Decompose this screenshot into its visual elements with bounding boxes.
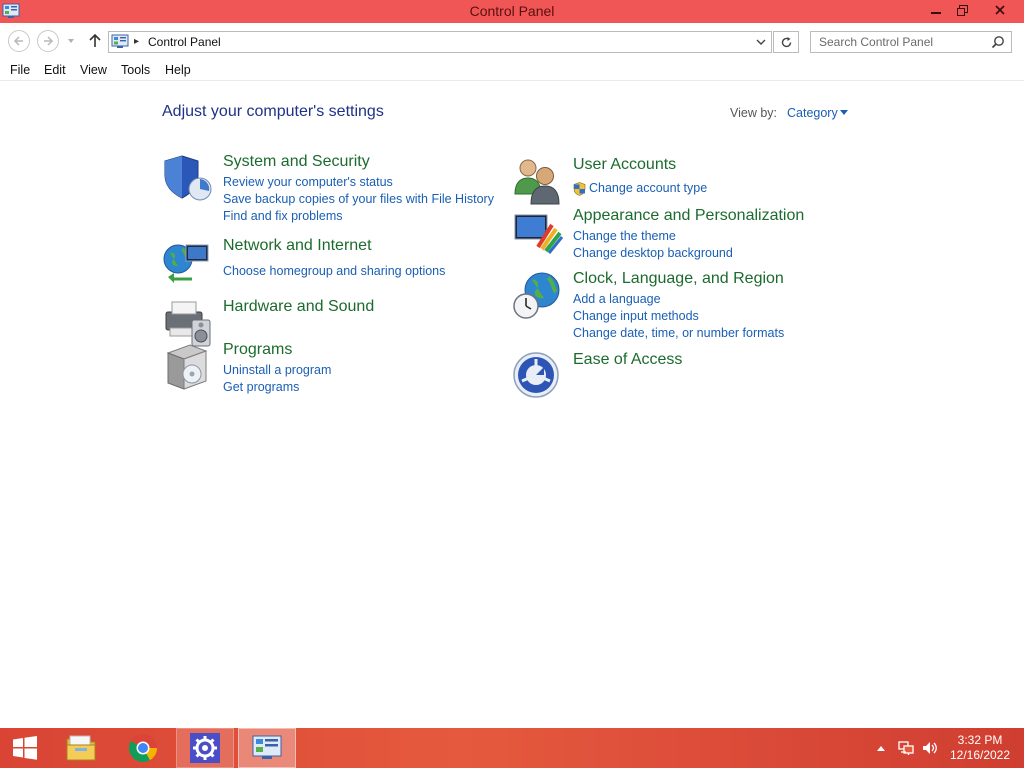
taskbar-chrome[interactable]	[114, 728, 172, 768]
category-title[interactable]: Clock, Language, and Region	[573, 270, 784, 288]
monitor-palette-icon[interactable]	[512, 207, 564, 259]
address-dropdown-button[interactable]	[753, 32, 769, 52]
arrow-left-icon	[13, 36, 23, 46]
link-find-fix-problems[interactable]: Find and fix problems	[223, 208, 494, 225]
restore-button[interactable]	[948, 0, 976, 20]
forward-button[interactable]	[37, 30, 59, 52]
link-file-history[interactable]: Save backup copies of your files with Fi…	[223, 191, 494, 208]
clock-time: 3:32 PM	[957, 733, 1003, 747]
category-title[interactable]: Network and Internet	[223, 237, 372, 255]
windows-logo-icon	[13, 736, 37, 760]
chevron-down-icon	[756, 39, 766, 45]
network-status-icon[interactable]	[898, 740, 914, 756]
programs-box-icon[interactable]	[162, 341, 214, 393]
link-review-status[interactable]: Review your computer's status	[223, 174, 494, 191]
clock-date: 12/16/2022	[949, 748, 1011, 762]
ease-of-access-icon[interactable]	[512, 351, 564, 403]
users-icon[interactable]	[512, 156, 564, 208]
network-globe-icon[interactable]	[162, 237, 214, 289]
arrow-right-icon	[44, 36, 54, 46]
category-title[interactable]: Appearance and Personalization	[573, 207, 804, 225]
category-title[interactable]: Ease of Access	[573, 351, 682, 369]
menu-help[interactable]: Help	[165, 63, 191, 77]
recent-locations-chevron-icon[interactable]	[66, 36, 76, 46]
link-add-language[interactable]: Add a language	[573, 291, 784, 308]
taskbar: 3:32 PM 12/16/2022	[0, 728, 1024, 768]
shield-icon[interactable]	[162, 153, 214, 205]
restore-icon	[956, 4, 968, 16]
chrome-icon	[129, 734, 157, 762]
view-by-dropdown[interactable]: Category	[787, 106, 838, 120]
link-change-account-type[interactable]: Change account type	[573, 180, 707, 197]
refresh-icon	[781, 36, 791, 47]
control-panel-location-icon	[111, 34, 129, 48]
link-change-desktop-background[interactable]: Change desktop background	[573, 245, 733, 262]
link-change-account-type-label: Change account type	[589, 181, 708, 195]
volume-icon[interactable]	[921, 740, 939, 756]
close-icon	[995, 5, 1005, 15]
window-title: Control Panel	[469, 3, 555, 19]
view-by-label: View by:	[730, 106, 778, 120]
address-bar: ▸ Control Panel	[0, 23, 1024, 60]
taskbar-settings[interactable]	[176, 728, 234, 768]
category-title[interactable]: System and Security	[223, 153, 370, 171]
breadcrumb-separator-icon: ▸	[134, 36, 140, 47]
up-arrow-icon[interactable]	[86, 32, 104, 50]
link-uninstall-program[interactable]: Uninstall a program	[223, 362, 331, 379]
folder-icon	[66, 735, 96, 761]
control-panel-icon	[252, 735, 282, 759]
close-button[interactable]	[980, 0, 1020, 20]
menu-file[interactable]: File	[10, 63, 30, 77]
menu-edit[interactable]: Edit	[44, 63, 66, 77]
breadcrumb-control-panel[interactable]: Control Panel	[148, 35, 221, 49]
link-change-input-methods[interactable]: Change input methods	[573, 308, 784, 325]
address-field[interactable]: ▸ Control Panel	[108, 31, 772, 53]
uac-shield-icon	[573, 182, 586, 196]
menu-bar: File Edit View Tools Help	[0, 60, 1024, 81]
menu-tools[interactable]: Tools	[121, 63, 150, 77]
link-change-theme[interactable]: Change the theme	[573, 228, 733, 245]
link-change-date-time-formats[interactable]: Change date, time, or number formats	[573, 325, 784, 342]
taskbar-file-explorer[interactable]	[52, 728, 110, 768]
search-icon[interactable]	[991, 35, 1005, 49]
category-title[interactable]: Hardware and Sound	[223, 298, 374, 316]
page-title: Adjust your computer's settings	[162, 103, 384, 120]
system-clock[interactable]: 3:32 PM 12/16/2022	[944, 733, 1016, 763]
view-by-chevron-down-icon[interactable]	[840, 110, 848, 116]
search-input[interactable]	[811, 32, 989, 52]
show-hidden-icons-chevron-icon[interactable]	[876, 744, 886, 752]
back-button[interactable]	[8, 30, 30, 52]
start-button[interactable]	[0, 728, 50, 768]
taskbar-control-panel[interactable]	[238, 728, 296, 768]
category-title[interactable]: Programs	[223, 341, 292, 359]
title-bar: Control Panel	[0, 0, 1024, 23]
link-get-programs[interactable]: Get programs	[223, 379, 331, 396]
minimize-icon	[931, 12, 941, 14]
link-homegroup-sharing[interactable]: Choose homegroup and sharing options	[223, 263, 445, 280]
control-panel-content: Adjust your computer's settings View by:…	[0, 81, 1024, 728]
menu-view[interactable]: View	[80, 63, 107, 77]
search-field[interactable]	[810, 31, 1012, 53]
minimize-button[interactable]	[922, 0, 950, 20]
category-title[interactable]: User Accounts	[573, 156, 676, 174]
globe-clock-icon[interactable]	[512, 270, 564, 322]
refresh-button[interactable]	[773, 31, 799, 53]
gear-icon	[190, 733, 220, 763]
